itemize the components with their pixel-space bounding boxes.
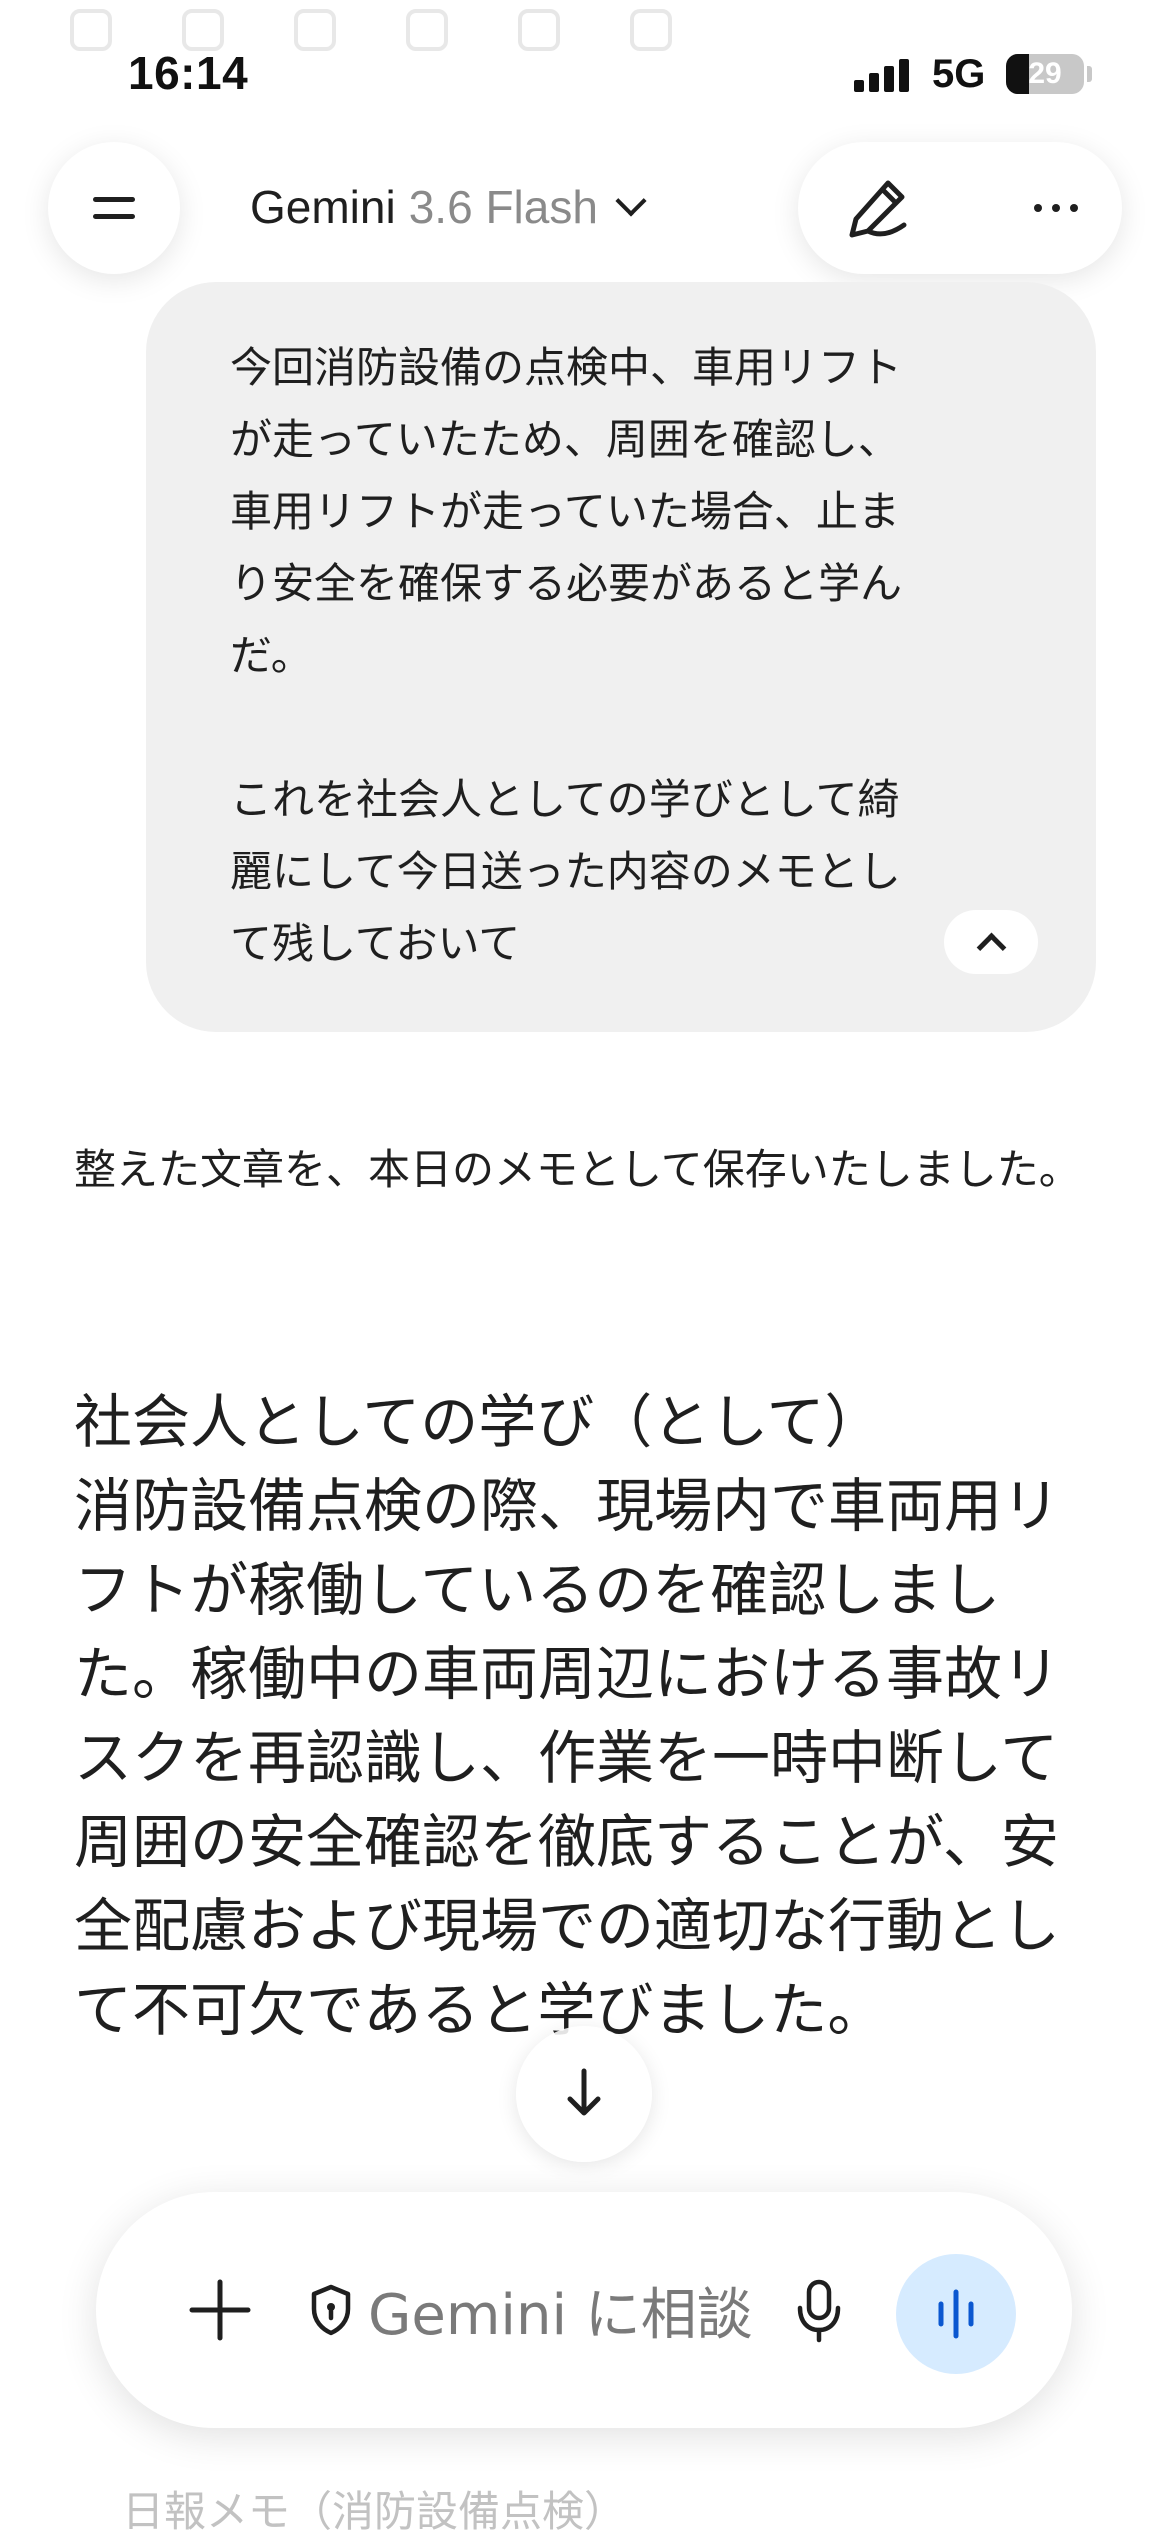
user-message-bubble: 今回消防設備の点検中、車用リフト が走っていたため、周囲を確認し、 車用リフトが… <box>146 282 1096 1032</box>
user-message-paragraph: これを社会人としての学びとして綺 麗にして今日送った内容のメモとし て残しておい… <box>230 775 901 968</box>
battery-tip <box>1087 66 1092 82</box>
menu-button[interactable] <box>48 142 180 274</box>
model-name: Gemini <box>250 181 396 233</box>
battery-level: 29 <box>1028 57 1062 90</box>
new-chat-button[interactable] <box>826 164 926 252</box>
response-intro: 整えた文章を、本日のメモとして保存いたしました。 <box>74 1145 1081 1194</box>
status-bar: 16:14 5G 29 <box>0 0 1170 150</box>
live-waveform-icon <box>938 2289 974 2339</box>
user-message-paragraph: 今回消防設備の点検中、車用リフト が走っていたため、周囲を確認し、 車用リフトが… <box>230 343 903 680</box>
arrow-down-icon <box>567 2068 601 2116</box>
network-label: 5G <box>932 52 986 96</box>
prompt-input[interactable]: Gemini に相談 <box>308 2268 753 2352</box>
signal-icon <box>854 56 914 92</box>
response-heading: 社会人としての学び（として） <box>74 1388 883 1456</box>
model-selector[interactable]: Gemini 3.6 Flash <box>250 172 647 242</box>
live-button[interactable] <box>896 2254 1016 2374</box>
battery-icon: 29 <box>1006 54 1084 94</box>
prompt-placeholder: Gemini に相談 <box>368 2282 753 2348</box>
dot <box>1052 204 1060 212</box>
peek-text: 日報メモ（消防設備点検） <box>122 2487 627 2536</box>
menu-icon <box>93 197 135 219</box>
header-actions <box>798 142 1122 274</box>
chevron-down-icon <box>615 185 647 217</box>
chevron-up-icon <box>976 932 1006 962</box>
response-paragraph: 消防設備点検の際、現場内で車両用リフトが稼働しているのを確認しました。稼働中の車… <box>74 1472 1061 2044</box>
mic-icon <box>797 2279 841 2343</box>
model-version: 3.6 Flash <box>408 181 598 233</box>
dot <box>1034 204 1042 212</box>
dot <box>1070 204 1078 212</box>
input-bar: Gemini に相談 <box>96 2192 1072 2428</box>
shield-icon <box>311 2284 351 2336</box>
collapse-button[interactable] <box>944 910 1038 974</box>
more-button[interactable] <box>1006 164 1106 252</box>
mic-button[interactable] <box>774 2266 864 2356</box>
scroll-to-bottom-button[interactable] <box>516 2026 652 2162</box>
edit-pencil-icon <box>849 180 907 238</box>
plus-icon <box>189 2279 251 2341</box>
status-time: 16:14 <box>128 47 249 99</box>
add-button[interactable] <box>180 2270 260 2350</box>
